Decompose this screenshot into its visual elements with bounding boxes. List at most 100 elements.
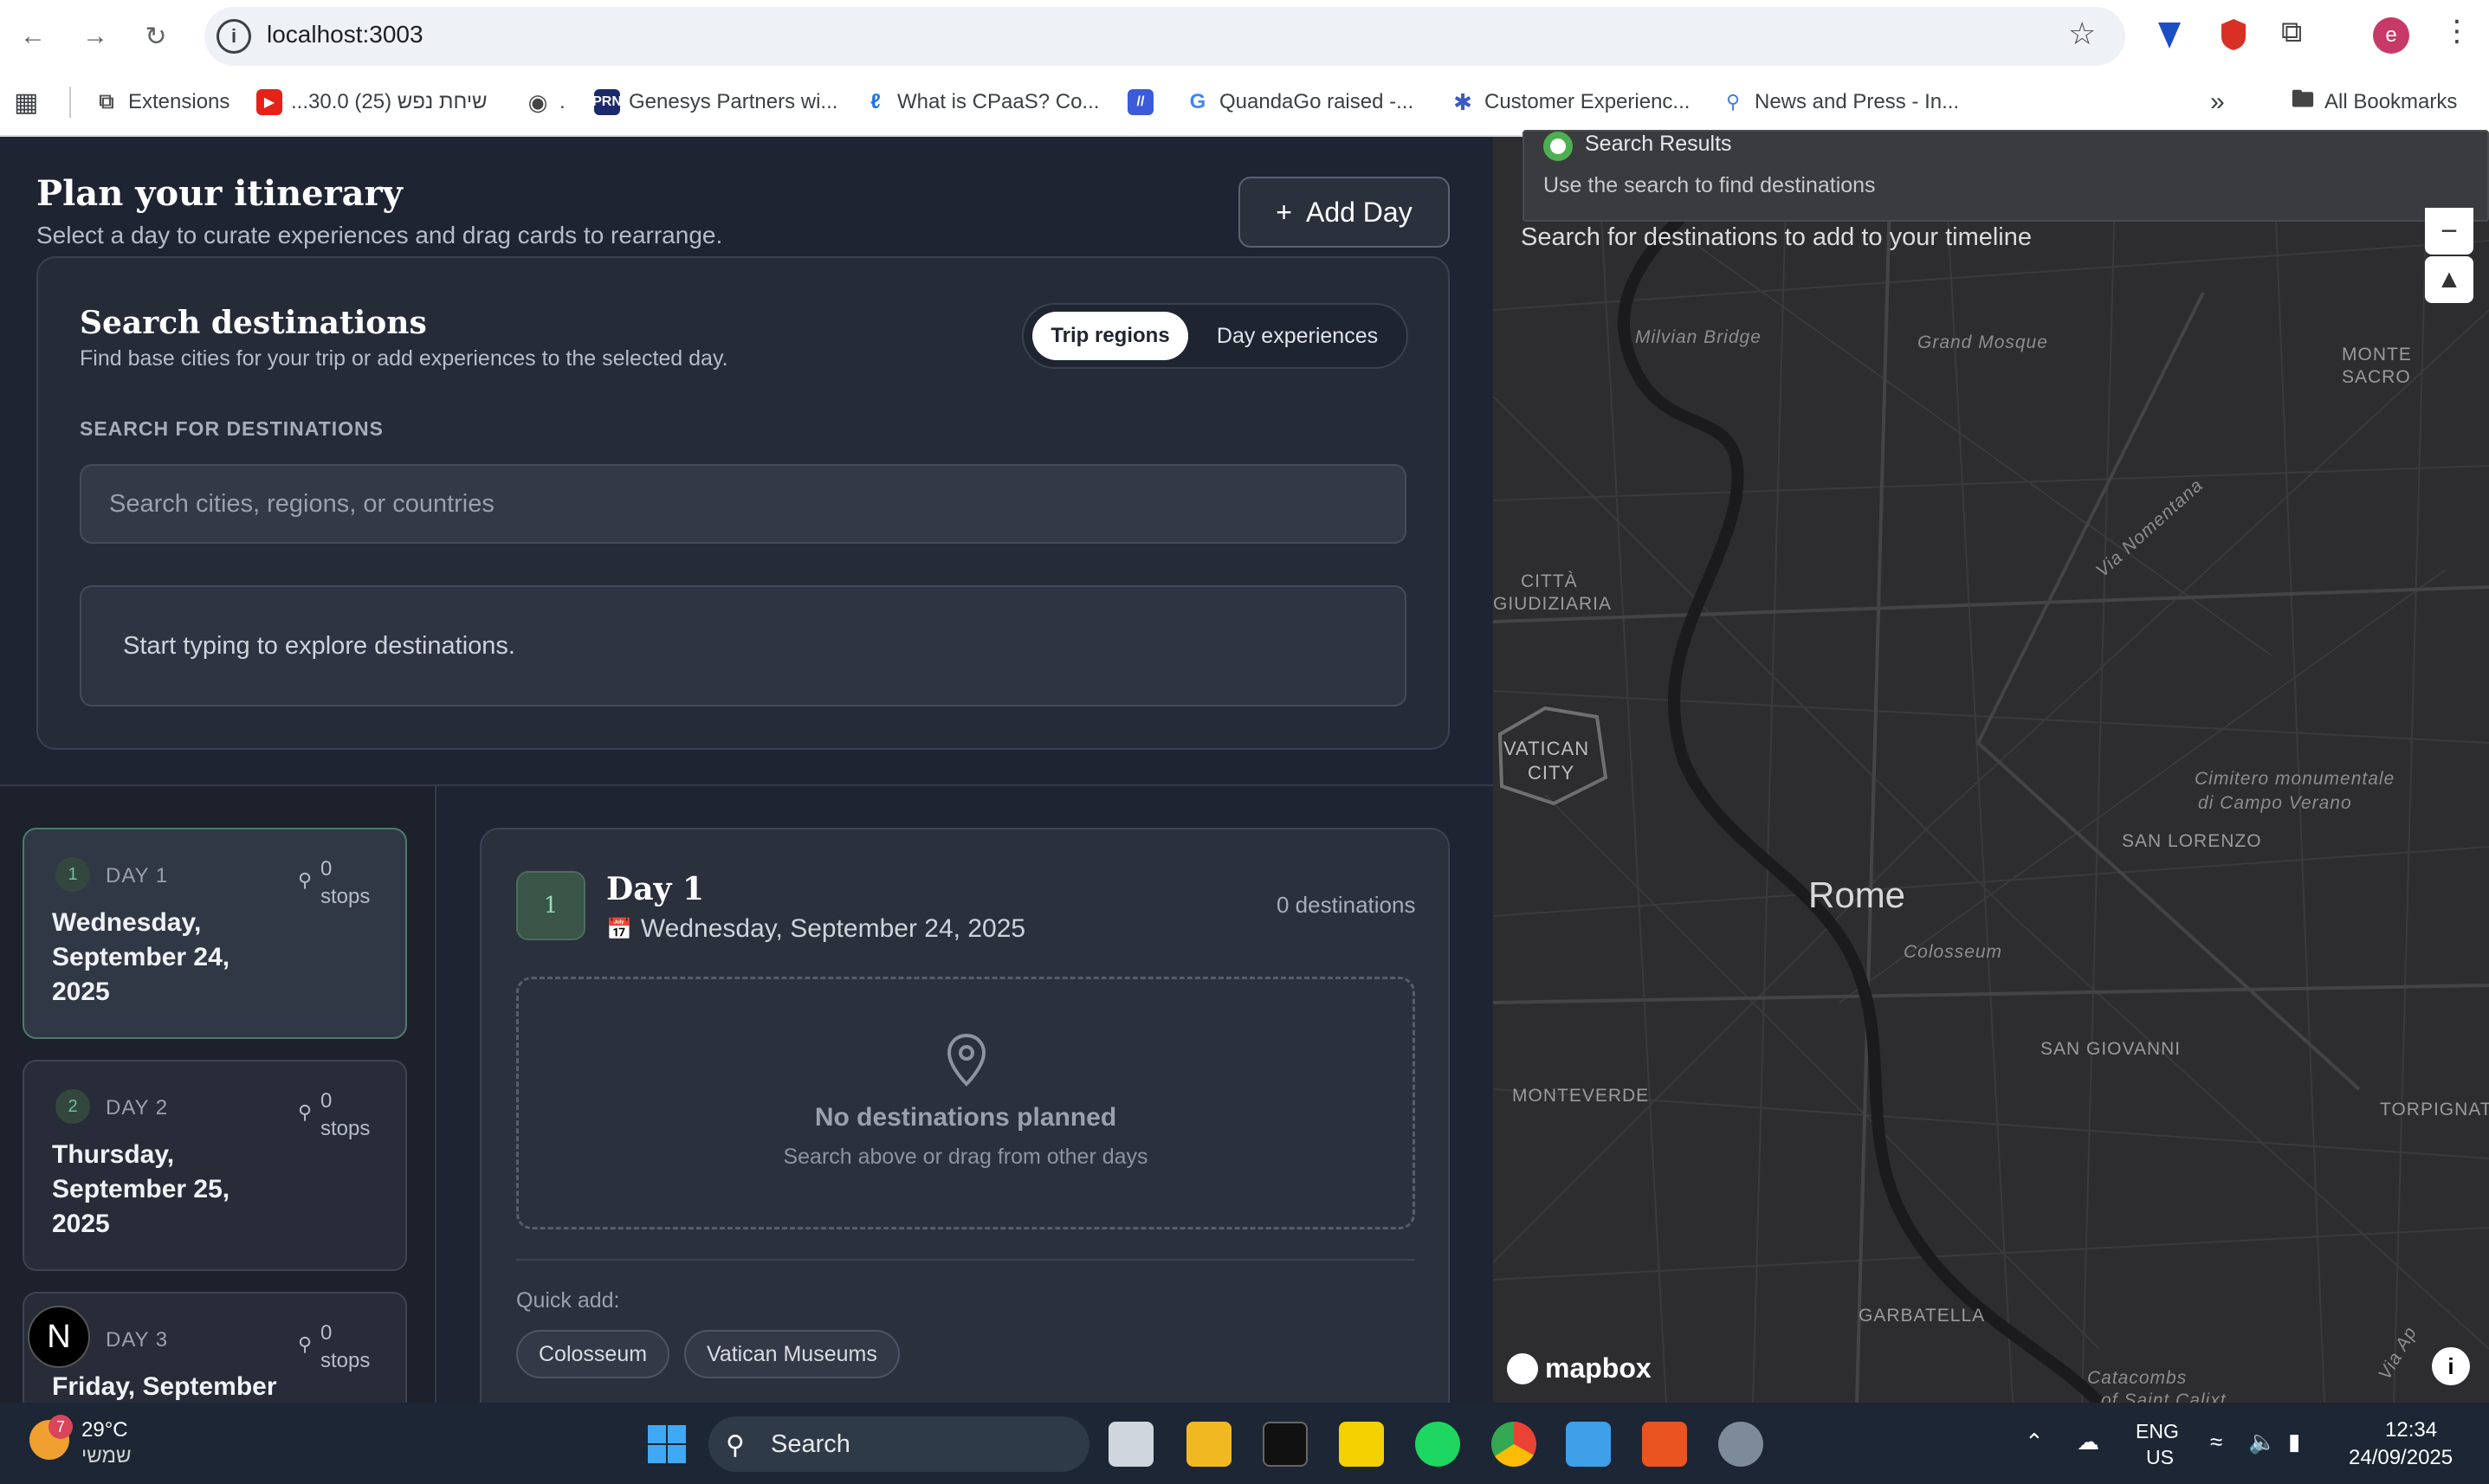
puzzle-icon: ⧉ <box>99 90 114 113</box>
profile-avatar[interactable]: e <box>2373 17 2409 54</box>
map-label-vatican-2: CITY <box>1528 762 1575 784</box>
keyboard-layout[interactable]: US <box>2146 1446 2174 1469</box>
tab-trip-regions[interactable]: Trip regions <box>1032 312 1188 360</box>
asterisk-icon: ✱ <box>1453 88 1472 115</box>
map-label-rome: Rome <box>1808 874 1906 915</box>
add-day-button[interactable]: + Add Day <box>1238 177 1450 248</box>
sticky-notes-icon[interactable] <box>1339 1422 1384 1467</box>
forward-icon[interactable]: → <box>74 16 116 57</box>
site-info-icon[interactable]: i <box>217 19 251 54</box>
task-view-icon[interactable] <box>1109 1422 1154 1467</box>
terminal-app-icon[interactable] <box>1263 1422 1308 1467</box>
bookmark-star-icon[interactable]: ☆ <box>2068 16 2096 52</box>
nextjs-dev-badge[interactable]: N <box>28 1306 90 1368</box>
language-indicator[interactable]: ENG <box>2136 1420 2179 1443</box>
file-explorer-icon[interactable] <box>1186 1422 1232 1467</box>
chrome-icon[interactable] <box>1491 1422 1536 1467</box>
bookmark-globe[interactable]: ◉. <box>525 87 566 118</box>
day-detail-badge: 1 <box>516 871 585 940</box>
day-date: Wednesday, September 24, 2025 <box>52 908 230 1006</box>
taskbar-search[interactable]: Search <box>708 1416 1089 1472</box>
day-card-2[interactable]: 2 DAY 2 ⚲ 0 stops Thursday, September 25… <box>23 1060 407 1271</box>
destination-search-input[interactable] <box>80 464 1406 544</box>
globe-icon: ◉ <box>527 88 548 115</box>
bookmark-quandago[interactable]: G QuandaGo raised -... <box>1185 87 1413 118</box>
extension-red-icon[interactable] <box>2219 17 2248 52</box>
day-label: DAY 2 <box>106 1096 169 1119</box>
search-status-dot <box>1543 132 1573 161</box>
quick-add-colosseum[interactable]: Colosseum <box>516 1330 670 1378</box>
page-subtitle: Select a day to curate experiences and d… <box>36 222 723 248</box>
map-label-garbatella: GARBATELLA <box>1859 1306 1986 1326</box>
mapbox-logo[interactable]: mapbox <box>1507 1352 1652 1384</box>
weather-temperature[interactable]: 29°C <box>81 1418 128 1442</box>
search-title: Search destinations <box>80 305 427 341</box>
tray-overflow-icon[interactable]: ⌃ <box>2025 1429 2044 1455</box>
quick-add-vatican-museums[interactable]: Vatican Museums <box>684 1330 900 1378</box>
stops-label: stops <box>320 885 371 908</box>
map-label-catacombs-1: Catacombs <box>2087 1368 2188 1388</box>
settings-gear-icon[interactable] <box>1718 1422 1763 1467</box>
compass-icon[interactable]: ▲ <box>2425 256 2473 303</box>
clock-date[interactable]: 24/09/2025 <box>2349 1446 2453 1470</box>
map-label-milvian-bridge: Milvian Bridge <box>1635 327 1762 347</box>
battery-icon[interactable]: ▮ <box>2288 1429 2300 1455</box>
back-icon[interactable]: ← <box>12 16 54 57</box>
youtube-icon: ▶ <box>256 89 282 115</box>
zoom-out-button[interactable]: − <box>2425 208 2473 255</box>
map-label-san-lorenzo: SAN LORENZO <box>2122 831 2262 851</box>
attribution-info-icon[interactable]: i <box>2432 1347 2470 1385</box>
bookmark-youtube[interactable]: ▶ ...30.0 שיחת נפש (25) <box>256 87 488 118</box>
stops-label: stops <box>320 1349 371 1372</box>
more-bookmarks-icon[interactable]: » <box>2210 87 2225 118</box>
reload-icon[interactable]: ↻ <box>135 16 177 57</box>
address-bar[interactable] <box>204 7 2125 66</box>
windows-start-icon[interactable] <box>646 1423 688 1465</box>
day-label: DAY 1 <box>106 864 169 887</box>
bookmark-customer-experience[interactable]: ✱ Customer Experienc... <box>1450 87 1690 118</box>
bookmark-app[interactable]: // <box>1128 87 1154 118</box>
destinations-count: 0 destinations <box>1277 892 1416 918</box>
apps-grid-icon[interactable]: ▦ <box>14 87 38 118</box>
bookmark-news[interactable]: ⚲ News and Press - In... <box>1720 87 1959 118</box>
stops-count: 0 <box>320 1321 333 1345</box>
notepad-icon[interactable] <box>1566 1422 1611 1467</box>
stops-count: 0 <box>320 857 333 881</box>
all-bookmarks[interactable]: 🖿 All Bookmarks <box>2290 86 2457 118</box>
extension-shield-icon[interactable] <box>2155 19 2184 52</box>
prn-icon: PRN <box>592 89 622 115</box>
puzzle-extensions-icon[interactable]: ⧉ <box>2281 16 2302 49</box>
search-subtitle: Find base cities for your trip or add ex… <box>80 346 728 371</box>
map-label-citta-2: GIUDIZIARIA <box>1493 594 1613 614</box>
day-detail-date: 📅 Wednesday, September 24, 2025 <box>606 914 1026 943</box>
stops-label: stops <box>320 1117 371 1140</box>
page-title: Plan your itinerary <box>36 173 403 214</box>
wifi-icon[interactable]: ≈ <box>2210 1429 2222 1455</box>
volume-icon[interactable]: 🔈 <box>2248 1429 2276 1455</box>
clock-time[interactable]: 12:34 <box>2385 1418 2437 1442</box>
bookmark-extensions[interactable]: ⧉ Extensions <box>94 87 230 118</box>
search-results-hint: Start typing to explore destinations. <box>123 632 515 660</box>
day-detail-title: Day 1 <box>606 871 705 907</box>
bookmarks-divider <box>69 87 71 118</box>
bookmark-cpaas[interactable]: ℓ What is CPaaS? Co... <box>863 87 1099 118</box>
day-number-badge: 2 <box>55 1089 90 1124</box>
ubuntu-icon[interactable] <box>1642 1422 1687 1467</box>
onedrive-icon[interactable]: ☁ <box>2077 1429 2099 1455</box>
popup-subtitle: Use the search to find destinations <box>1543 173 1876 197</box>
quick-add-label: Quick add: <box>516 1288 620 1313</box>
tab-day-experiences[interactable]: Day experiences <box>1195 312 1400 360</box>
stops-count: 0 <box>320 1089 333 1113</box>
popup-title: Search Results <box>1585 132 1732 156</box>
location-pin-icon: ⚲ <box>298 1101 313 1123</box>
spotify-icon[interactable] <box>1415 1422 1460 1467</box>
folder-icon: 🖿 <box>2291 86 2314 112</box>
kebab-menu-icon[interactable]: ⋮ <box>2442 14 2472 48</box>
day-card-1[interactable]: 1 DAY 1 ⚲ 0 stops Wednesday, September 2… <box>23 828 407 1039</box>
day-number-badge: 1 <box>55 857 90 892</box>
url-text[interactable]: localhost:3003 <box>267 21 423 48</box>
detail-divider <box>516 1259 1415 1261</box>
app-icon: // <box>1128 89 1154 115</box>
bookmark-genesys[interactable]: PRN Genesys Partners wi... <box>592 87 837 118</box>
map-label-cimitero-1: Cimitero monumentale <box>2195 769 2395 789</box>
